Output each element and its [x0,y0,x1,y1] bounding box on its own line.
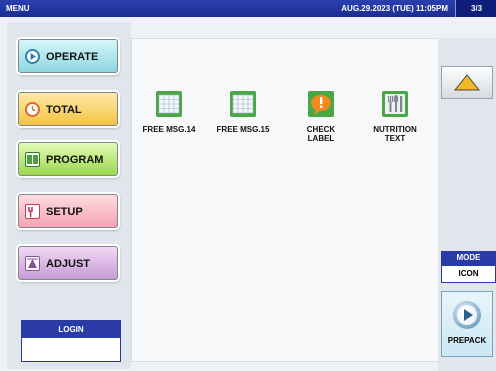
grid-sheet-icon [228,89,258,119]
item-check-label[interactable]: CHECK LABEL [292,89,350,143]
play-icon [25,49,40,64]
login-value [22,338,120,360]
login-box[interactable]: LOGIN [21,320,121,362]
total-button[interactable]: TOTAL [18,92,118,126]
prepack-play-icon [453,301,481,329]
page-indicator: 3/3 [455,0,496,17]
clock-icon [25,102,40,117]
datetime-display: AUG.29.2023 (TUE) 11:05PM [341,4,448,13]
item-free-msg-14[interactable]: FREE MSG.14 [140,89,198,134]
scale-adjust-icon [25,256,40,271]
page-up-button[interactable] [441,66,493,99]
book-icon [25,152,40,167]
screen-title: MENU [6,4,30,13]
operate-label: OPERATE [46,51,99,63]
setup-button[interactable]: SETUP [18,194,118,228]
nutrition-icon [380,89,410,119]
prepack-button[interactable]: PREPACK [441,291,493,357]
grid-sheet-icon [154,89,184,119]
program-label: PROGRAM [46,154,104,166]
operate-button[interactable]: OPERATE [18,39,118,73]
mode-indicator: MODE ICON [441,251,496,283]
top-bar: MENU AUG.29.2023 (TUE) 11:05PM 3/3 [0,0,496,17]
item-label: NUTRITION TEXT [373,125,417,143]
wrench-icon [25,204,40,219]
mode-value: ICON [441,265,496,283]
item-free-msg-15[interactable]: FREE MSG.15 [214,89,272,134]
triangle-up-icon [453,74,481,91]
total-label: TOTAL [46,104,82,116]
prepack-label: PREPACK [447,336,487,345]
item-nutrition-text[interactable]: NUTRITION TEXT [366,89,424,143]
program-button[interactable]: PROGRAM [18,142,118,176]
item-label: FREE MSG.14 [142,125,196,134]
setup-label: SETUP [46,206,83,218]
login-label: LOGIN [22,321,120,338]
adjust-label: ADJUST [46,258,91,270]
icon-grid: FREE MSG.14 FREE MSG.15 CHECK LABEL NUTR… [131,38,440,362]
mode-label: MODE [441,251,496,265]
item-label: CHECK LABEL [306,125,336,143]
warning-label-icon [306,89,336,119]
adjust-button[interactable]: ADJUST [18,246,118,280]
item-label: FREE MSG.15 [216,125,270,134]
